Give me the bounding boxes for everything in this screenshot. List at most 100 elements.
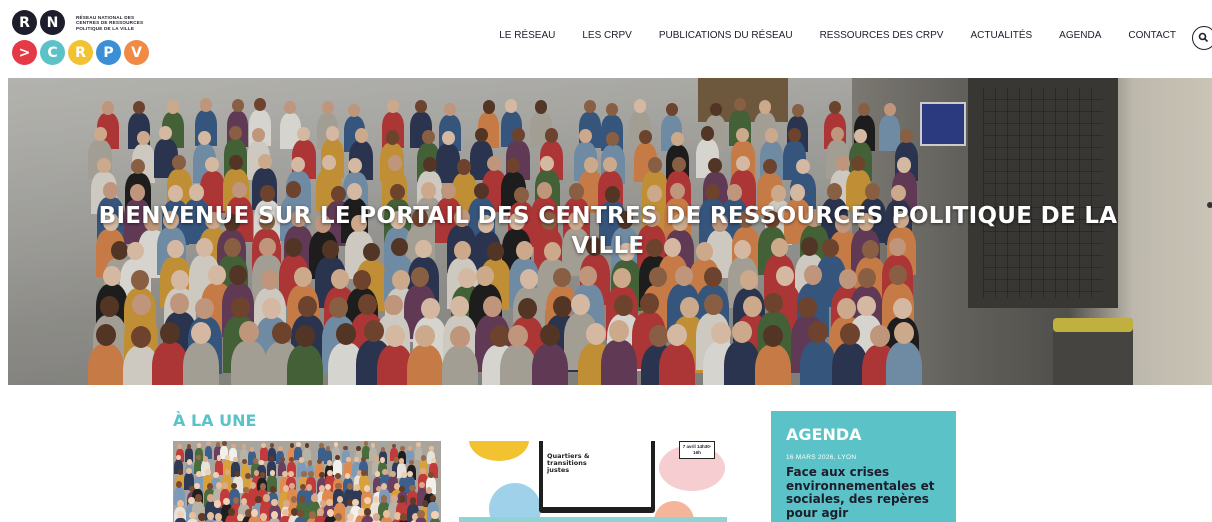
nav-item-agenda[interactable]: AGENDA <box>1059 30 1101 41</box>
crowd-person-head <box>186 444 191 449</box>
site-header: R N RÉSEAU NATIONAL DES CENTRES DE RESSO… <box>0 0 1212 78</box>
crowd-person-head <box>382 468 388 475</box>
crowd-person-head <box>206 483 213 490</box>
crowd-person-head <box>346 512 354 521</box>
nav-item-actualites[interactable]: ACTUALITÉS <box>970 30 1032 41</box>
crowd-person-head <box>213 472 219 479</box>
crowd-person-body <box>303 447 312 462</box>
crowd-person-head <box>431 511 439 519</box>
logo-letter-p: P <box>96 40 121 65</box>
agenda-event-title[interactable]: Face aux crises environnementales et soc… <box>786 465 941 520</box>
poster-laptop-screen <box>543 441 651 507</box>
crowd-person-head <box>426 486 433 494</box>
search-button[interactable] <box>1192 26 1212 50</box>
crowd-person-head <box>417 509 425 518</box>
crowd-person-head <box>335 473 341 480</box>
crowd-person-head <box>298 495 306 504</box>
agenda-panel: AGENDA 16 MARS 2026, LYON Face aux crise… <box>771 411 956 522</box>
nav-item-publications[interactable]: PUBLICATIONS DU RÉSEAU <box>659 30 793 41</box>
agenda-title: AGENDA <box>786 425 862 444</box>
news-card-photo[interactable] <box>173 441 441 522</box>
site-logo[interactable]: R N RÉSEAU NATIONAL DES CENTRES DE RESSO… <box>12 10 162 66</box>
news-card-poster[interactable]: Quartiers & transitions justes 7 avril 1… <box>459 441 727 522</box>
hero-banner: BIENVENUE SUR LE PORTAIL DES CENTRES DE … <box>8 78 1212 385</box>
crowd-person-head <box>215 441 221 447</box>
crowd-person-body <box>380 517 393 522</box>
nav-item-contact[interactable]: CONTACT <box>1128 30 1176 41</box>
crowd-person-head <box>363 496 371 505</box>
crowd-person-head <box>198 512 206 521</box>
crowd-person-head <box>299 483 306 491</box>
crowd-person-head <box>418 481 425 489</box>
main-nav: LE RÉSEAU LES CRPV PUBLICATIONS DU RÉSEA… <box>499 30 1176 41</box>
crowd-person-head <box>245 473 251 480</box>
crowd-person-head <box>421 455 426 461</box>
crowd-person-head <box>416 441 421 447</box>
crowd-person-head <box>408 459 414 466</box>
crowd-person-head <box>250 508 258 517</box>
crowd-person-head <box>186 467 192 474</box>
hero-title: BIENVENUE SUR LE PORTAIL DES CENTRES DE … <box>98 203 1118 259</box>
crowd-person-head <box>253 458 259 464</box>
crowd-person-head <box>258 459 264 466</box>
crowd-person-head <box>307 460 313 466</box>
crowd-person-head <box>268 456 274 462</box>
logo-letter-r2: R <box>68 40 93 65</box>
crowd-person-head <box>271 498 278 507</box>
logo-letter-arrow: > <box>12 40 37 65</box>
nav-item-ressources[interactable]: RESSOURCES DES CRPV <box>820 30 944 41</box>
news-card-photo-crowd <box>173 441 441 522</box>
crowd-person-head <box>260 512 268 521</box>
crowd-person-body <box>224 514 238 522</box>
crowd-person-body <box>259 447 268 461</box>
poster-date-badge: 7 avril 14h30-16h <box>679 441 715 459</box>
crowd-person-head <box>196 470 202 478</box>
nav-item-les-crpv[interactable]: LES CRPV <box>582 30 631 41</box>
crowd-person-head <box>176 500 184 508</box>
section-title-a-la-une: À LA UNE <box>173 411 257 430</box>
crowd-person-head <box>175 454 181 460</box>
crowd-person-head <box>409 497 417 505</box>
nav-item-le-reseau[interactable]: LE RÉSEAU <box>499 30 555 41</box>
crowd-person-head <box>324 483 331 491</box>
crowd-person-head <box>317 458 322 464</box>
crowd-person-head <box>269 469 276 476</box>
crowd-person-head <box>289 443 294 449</box>
crowd-person-head <box>279 456 285 463</box>
poster-title: Quartiers & transitions justes <box>547 452 590 474</box>
crowd-person-head <box>250 481 257 489</box>
crowd-person-head <box>335 482 342 490</box>
crowd-person-head <box>409 484 416 492</box>
crowd-person-head <box>326 509 334 518</box>
crowd-person-head <box>308 471 314 478</box>
crowd-person-head <box>207 494 214 502</box>
crowd-person-head <box>361 469 367 476</box>
crowd-person-head <box>310 494 318 502</box>
crowd-person-head <box>222 441 227 447</box>
crowd-person-head <box>221 482 228 490</box>
crowd-person-head <box>288 471 294 478</box>
crowd-person-head <box>216 455 222 461</box>
crowd-person-head <box>326 460 332 466</box>
poster-base-bar <box>459 517 727 522</box>
crowd-person-head <box>270 485 277 493</box>
crowd-person-head <box>356 446 361 451</box>
logo-letter-n: N <box>40 10 65 35</box>
crowd-person-head <box>428 471 434 478</box>
crowd-person-head <box>223 497 230 505</box>
logo-letter-v: V <box>124 40 149 65</box>
agenda-event-date: 16 MARS 2026, LYON <box>786 454 857 461</box>
crowd-person-head <box>269 443 274 448</box>
crowd-person-head <box>194 494 202 502</box>
crowd-person-head <box>346 482 353 490</box>
crowd-person-head <box>259 472 266 479</box>
logo-letter-r: R <box>12 10 37 35</box>
slider-dot[interactable] <box>1207 202 1212 208</box>
crowd-person-head <box>306 483 313 491</box>
crowd-person-head <box>231 443 236 449</box>
crowd-person-head <box>363 441 368 446</box>
crowd-person-head <box>327 469 333 477</box>
crowd-person-head <box>345 456 351 463</box>
crowd-person-head <box>430 457 436 464</box>
crowd-person-head <box>319 472 325 479</box>
